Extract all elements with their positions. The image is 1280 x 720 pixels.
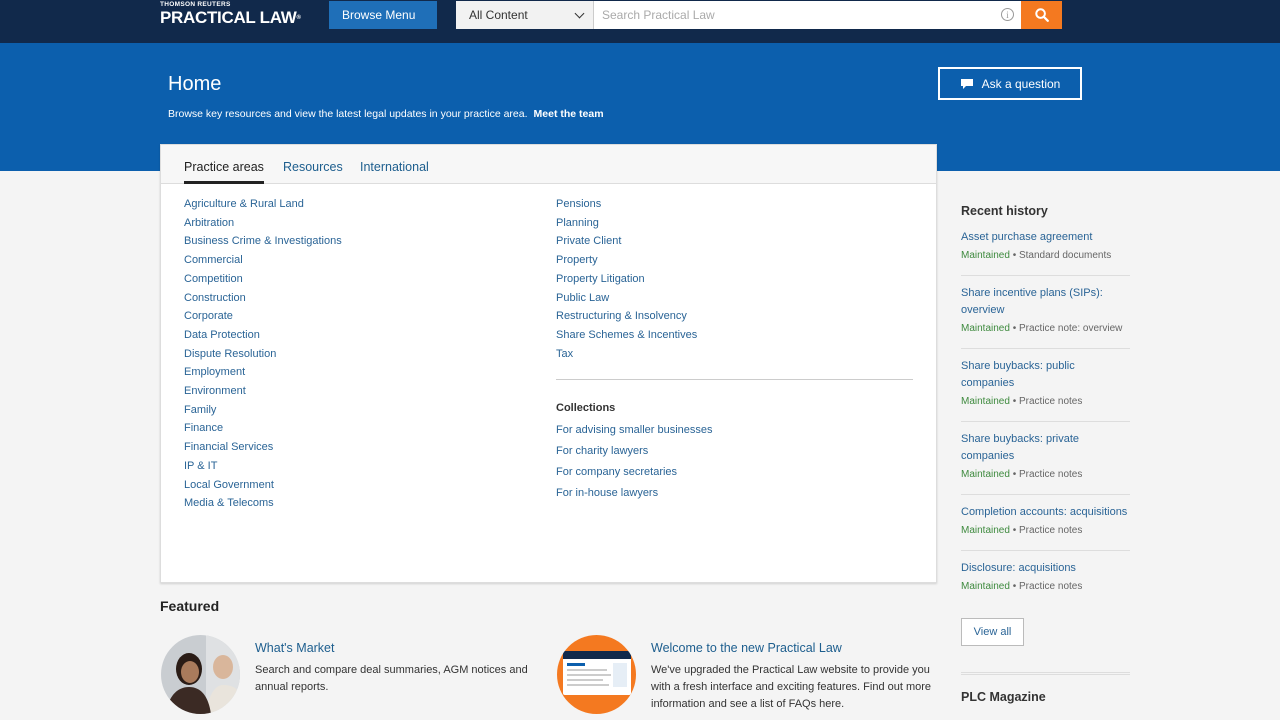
content-type-select[interactable]: All Content: [456, 1, 594, 29]
practice-area-link[interactable]: Property: [556, 251, 697, 270]
practice-area-link[interactable]: Business Crime & Investigations: [184, 232, 342, 251]
content-select-value: All Content: [469, 8, 528, 22]
history-item: Share buybacks: private companies Mainta…: [961, 431, 1130, 495]
history-item: Disclosure: acquisitions Maintained • Pr…: [961, 560, 1130, 607]
history-item-link[interactable]: Share buybacks: private companies: [961, 431, 1130, 465]
chevron-down-icon: [574, 8, 585, 18]
browse-menu-button[interactable]: Browse Menu: [329, 1, 437, 29]
practice-area-link[interactable]: Media & Telecoms: [184, 494, 342, 513]
collections-list: For advising smaller businesses For char…: [556, 420, 713, 504]
history-item-meta: Maintained • Practice notes: [961, 469, 1083, 480]
welcome-description: We've upgraded the Practical Law website…: [651, 664, 932, 710]
history-item-link[interactable]: Share incentive plans (SIPs): overview: [961, 285, 1130, 319]
collection-link[interactable]: For in-house lawyers: [556, 483, 713, 504]
practice-area-link[interactable]: Property Litigation: [556, 270, 697, 289]
meet-the-team-link[interactable]: Meet the team: [534, 108, 604, 120]
search-input[interactable]: [594, 1, 1021, 29]
search-button[interactable]: [1021, 1, 1062, 29]
history-item: Share buybacks: public companies Maintai…: [961, 358, 1130, 422]
practice-area-link[interactable]: Dispute Resolution: [184, 345, 342, 364]
top-navigation-bar: THOMSON REUTERS PRACTICAL LAW® Browse Me…: [0, 0, 1280, 43]
tab-resources[interactable]: Resources: [283, 160, 343, 184]
collection-link[interactable]: For charity lawyers: [556, 441, 713, 462]
history-item: Completion accounts: acquisitions Mainta…: [961, 504, 1130, 551]
speech-bubble-icon: [960, 78, 973, 89]
practice-area-link[interactable]: IP & IT: [184, 457, 342, 476]
page-subtitle: Browse key resources and view the latest…: [168, 108, 604, 120]
practice-area-link[interactable]: Finance: [184, 419, 342, 438]
history-item-meta: Maintained • Practice notes: [961, 525, 1083, 536]
practice-area-link[interactable]: Arbitration: [184, 214, 342, 233]
practice-areas-list-right: Pensions Planning Private Client Propert…: [556, 195, 697, 363]
practice-area-link[interactable]: Corporate: [184, 307, 342, 326]
brand-big-text: PRACTICAL LAW®: [160, 8, 301, 27]
history-item: Share incentive plans (SIPs): overview M…: [961, 285, 1130, 349]
collections-heading: Collections: [556, 402, 616, 414]
page-title: Home: [168, 73, 222, 95]
collection-link[interactable]: For advising smaller businesses: [556, 420, 713, 441]
ask-a-question-button[interactable]: Ask a question: [938, 67, 1082, 100]
practical-law-logo[interactable]: THOMSON REUTERS PRACTICAL LAW®: [160, 1, 301, 27]
history-item-meta: Maintained • Practice notes: [961, 581, 1083, 592]
history-item-meta: Maintained • Standard documents: [961, 250, 1112, 261]
practice-area-link[interactable]: Public Law: [556, 289, 697, 308]
recent-history-heading: Recent history: [961, 204, 1048, 218]
info-icon[interactable]: i: [1001, 8, 1014, 21]
history-item-meta: Maintained • Practice note: overview: [961, 323, 1123, 334]
tab-international[interactable]: International: [360, 160, 429, 184]
practice-area-link[interactable]: Tax: [556, 345, 697, 364]
view-all-button[interactable]: View all: [961, 618, 1024, 646]
whats-market-photo: [161, 635, 240, 714]
practice-area-link[interactable]: Private Client: [556, 232, 697, 251]
collection-link[interactable]: For company secretaries: [556, 462, 713, 483]
practice-area-link[interactable]: Restructuring & Insolvency: [556, 307, 697, 326]
practice-area-link[interactable]: Local Government: [184, 476, 342, 495]
practice-area-link[interactable]: Pensions: [556, 195, 697, 214]
practice-areas-list-left: Agriculture & Rural Land Arbitration Bus…: [184, 195, 342, 513]
history-item-link[interactable]: Share buybacks: public companies: [961, 358, 1130, 392]
practice-area-link[interactable]: Employment: [184, 363, 342, 382]
welcome-new-practical-law-link[interactable]: Welcome to the new Practical Law: [651, 641, 842, 655]
practice-area-link[interactable]: Planning: [556, 214, 697, 233]
practice-areas-card: Practice areas Resources International A…: [160, 144, 937, 583]
whats-market-description: Search and compare deal summaries, AGM n…: [255, 664, 528, 693]
history-item-meta: Maintained • Practice notes: [961, 396, 1083, 407]
practice-area-link[interactable]: Commercial: [184, 251, 342, 270]
history-item-link[interactable]: Completion accounts: acquisitions: [961, 504, 1130, 521]
practice-area-link[interactable]: Share Schemes & Incentives: [556, 326, 697, 345]
collections-divider: [556, 379, 913, 380]
tab-practice-areas[interactable]: Practice areas: [184, 160, 264, 184]
practice-area-link[interactable]: Environment: [184, 382, 342, 401]
practice-area-link[interactable]: Financial Services: [184, 438, 342, 457]
practice-area-link[interactable]: Data Protection: [184, 326, 342, 345]
history-item-link[interactable]: Asset purchase agreement: [961, 229, 1130, 246]
practice-area-link[interactable]: Construction: [184, 289, 342, 308]
whats-market-thumbnail[interactable]: [161, 635, 240, 714]
practice-area-link[interactable]: Competition: [184, 270, 342, 289]
sidebar-divider: [961, 672, 1130, 675]
history-item: Asset purchase agreement Maintained • St…: [961, 229, 1130, 276]
practice-area-link[interactable]: Agriculture & Rural Land: [184, 195, 342, 214]
whats-market-link[interactable]: What's Market: [255, 641, 335, 655]
welcome-thumbnail[interactable]: [557, 635, 636, 714]
practice-area-link[interactable]: Family: [184, 401, 342, 420]
tab-bar: Practice areas Resources International: [161, 145, 936, 184]
history-item-link[interactable]: Disclosure: acquisitions: [961, 560, 1130, 577]
website-screenshot-illustration: [557, 635, 636, 714]
plc-magazine-heading: PLC Magazine: [961, 690, 1046, 704]
featured-heading: Featured: [160, 598, 220, 614]
search-bar: All Content i: [456, 1, 1062, 29]
search-icon: [1034, 8, 1049, 22]
